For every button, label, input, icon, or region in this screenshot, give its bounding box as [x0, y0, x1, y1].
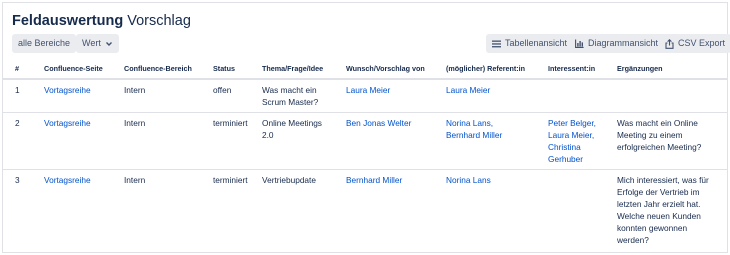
proposer-link[interactable]: Bernhard Miller	[346, 174, 402, 186]
column-header-status[interactable]: Status	[213, 64, 235, 74]
page-title-bold: Feldauswertung	[12, 13, 124, 29]
status: terminiert	[213, 175, 248, 185]
page-title-field: Vorschlag	[127, 13, 191, 29]
value-dropdown-label: Wert	[82, 38, 101, 48]
topic-line: Vertriebupdate	[262, 175, 316, 185]
notes-line: Welche neuen Kunden	[617, 211, 701, 221]
confluence-page-link[interactable]: Vortagsreihe	[44, 84, 91, 96]
proposer-link[interactable]: Ben Jonas Welter	[346, 117, 411, 129]
status: terminiert	[213, 118, 248, 128]
bar-chart-icon	[575, 39, 584, 48]
table-view-label: Tabellenansicht	[505, 38, 568, 48]
row-number: 3	[15, 175, 20, 185]
page-title: Feldauswertung Vorschlag	[12, 12, 191, 30]
notes: Mich interessiert, was für Erfolge der V…	[617, 174, 709, 246]
export-icon	[665, 38, 674, 49]
column-header-interested[interactable]: Interessent:in	[548, 64, 595, 74]
topic-line: Online Meetings	[262, 118, 322, 128]
field-evaluation-panel: Feldauswertung Vorschlag alle Bereiche W…	[2, 2, 730, 253]
topic: Was macht ein Scrum Master?	[262, 84, 318, 108]
column-header-confluence-area[interactable]: Confluence-Bereich	[124, 64, 192, 74]
interested-link[interactable]: Christina	[548, 141, 596, 153]
notes: Was macht ein Online Meeting zu einem er…	[617, 117, 701, 153]
column-header-speaker[interactable]: (möglicher) Referent:in	[446, 64, 525, 74]
status: offen	[213, 85, 232, 95]
csv-export-label: CSV Export	[678, 38, 726, 48]
topic-line: Scrum Master?	[262, 97, 319, 107]
topic: Online Meetings 2.0	[262, 117, 322, 141]
table-row: 2 Vortagsreihe Intern terminiert Online …	[3, 113, 727, 170]
speaker-link[interactable]: Norina Lans	[446, 174, 491, 186]
table-row: 1 Vortagsreihe Intern offen Was macht ei…	[3, 80, 727, 113]
speaker-link[interactable]: Norina Lans,	[446, 117, 502, 129]
column-header-notes[interactable]: Ergänzungen	[617, 64, 663, 74]
confluence-area: Intern	[124, 118, 146, 128]
proposer-link[interactable]: Laura Meier	[346, 84, 390, 96]
interested-links: Peter Belger, Laura Meier, Christina Ger…	[548, 117, 596, 165]
interested-link[interactable]: Laura Meier,	[548, 129, 596, 141]
chevron-down-icon	[105, 40, 113, 48]
confluence-page-link[interactable]: Vortagsreihe	[44, 174, 91, 186]
list-icon	[492, 40, 501, 48]
column-header-confluence-page[interactable]: Confluence-Seite	[44, 64, 103, 74]
notes-line: erfolgreichen Meeting?	[617, 142, 702, 152]
notes-line: Mich interessiert, was für	[617, 175, 709, 185]
all-areas-button[interactable]: alle Bereiche	[12, 34, 77, 53]
table-view-button[interactable]: Tabellenansicht	[486, 34, 574, 53]
topic: Vertriebupdate	[262, 174, 316, 186]
notes-line: letzten Jahr erzielt hat.	[617, 199, 701, 209]
column-header-topic[interactable]: Thema/Frage/Idee	[262, 64, 323, 74]
interested-link[interactable]: Peter Belger,	[548, 117, 596, 129]
value-dropdown[interactable]: Wert	[76, 34, 119, 53]
interested-link[interactable]: Gerhuber	[548, 153, 596, 165]
confluence-page-link[interactable]: Vortagsreihe	[44, 117, 91, 129]
all-areas-label: alle Bereiche	[18, 38, 71, 48]
csv-export-button[interactable]: CSV Export	[659, 34, 730, 53]
notes-line: Meeting zu einem	[617, 130, 683, 140]
speaker-link[interactable]: Laura Meier	[446, 84, 490, 96]
notes-line: konnten gewonnen	[617, 223, 688, 233]
speaker-links: Norina Lans, Bernhard Miller	[446, 117, 502, 141]
chart-view-label: Diagrammansicht	[588, 38, 659, 48]
row-number: 1	[15, 85, 20, 95]
row-number: 2	[15, 118, 20, 128]
column-header-proposer[interactable]: Wunsch/Vorschlag von	[346, 64, 425, 74]
notes-line: Was macht ein Online	[617, 118, 698, 128]
notes-line: Erfolge der Vertrieb im	[617, 187, 700, 197]
topic-line: 2.0	[262, 130, 274, 140]
confluence-area: Intern	[124, 175, 146, 185]
chart-view-button[interactable]: Diagrammansicht	[569, 34, 665, 53]
table-row: 3 Vortagsreihe Intern terminiert Vertrie…	[3, 170, 727, 249]
speaker-link[interactable]: Bernhard Miller	[446, 129, 502, 141]
table-header-row: # Confluence-Seite Confluence-Bereich St…	[3, 58, 727, 80]
confluence-area: Intern	[124, 85, 146, 95]
column-header-number[interactable]: #	[15, 64, 19, 74]
topic-line: Was macht ein	[262, 85, 317, 95]
notes-line: werden?	[617, 235, 649, 245]
